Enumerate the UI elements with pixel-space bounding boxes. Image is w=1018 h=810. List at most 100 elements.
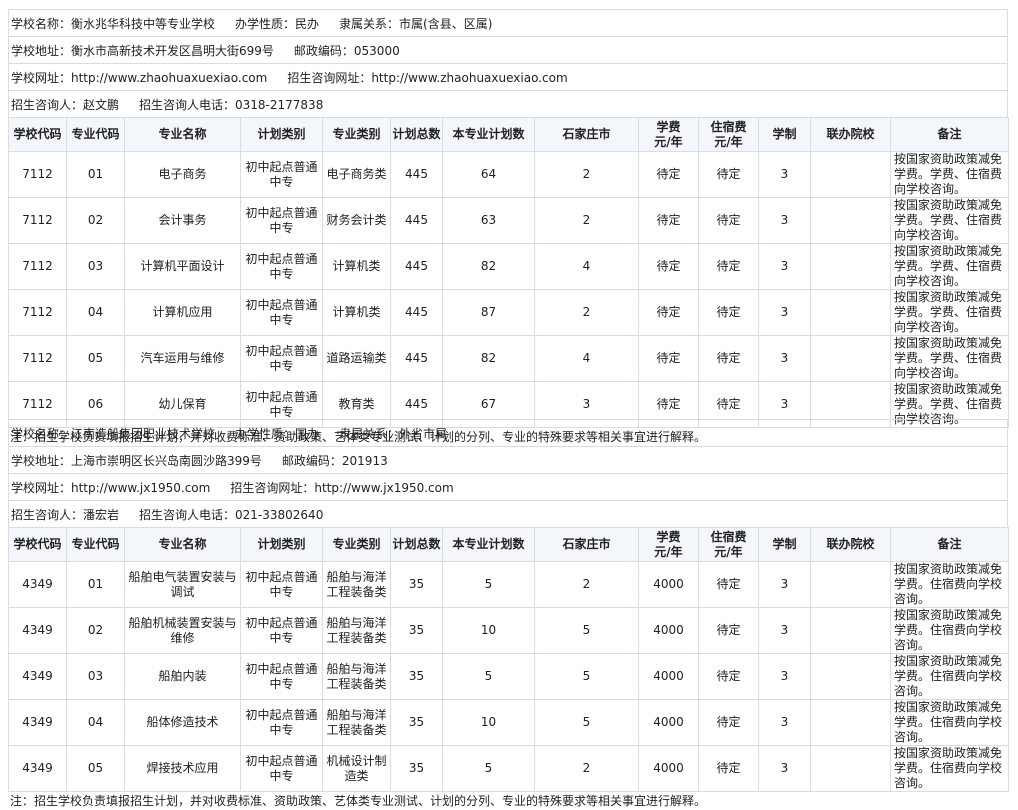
table-cell: 电子商务 [124,151,241,198]
table-cell: 01 [66,151,125,198]
table-cell: 机械设计制造类 [322,745,391,792]
table-cell: 待定 [698,699,759,746]
column-header: 计划总数 [390,527,443,562]
column-header: 学费 元/年 [638,117,699,152]
table-cell: 4349 [8,607,67,654]
table-cell: 3 [758,699,811,746]
table-cell: 初中起点普通中专 [240,745,323,792]
table-row: 4349 04 船体修造技术 初中起点普通中专 船舶与海洋工程装备类 35 10 5 4000 待… [8,699,1009,746]
table-cell: 计算机类 [322,289,391,336]
table-cell: 焊接技术应用 [124,745,241,792]
table-cell: 4000 [638,653,699,700]
column-header: 计划类别 [240,527,323,562]
school-info-row: 学校名称：衡水兆华科技中等专业学校 办学性质：民办 隶属关系：市属(含县、区属) [8,9,1008,36]
table-row: 7112 01 电子商务 初中起点普通中专 电子商务类 445 64 2 待定 待定 3 按国家资助政… [8,151,1009,198]
table-cell: 445 [390,289,443,336]
table-row: 7112 05 汽车运用与维修 初中起点普通中专 道路运输类 445 82 4 待定 待定 3 按国家… [8,335,1009,382]
table-cell: 7112 [8,197,67,244]
table-cell: 初中起点普通中专 [240,607,323,654]
school-info-field: 招生咨询人电话：0318-2177838 [139,97,324,112]
table-cell: 2 [534,561,639,608]
school-info-field: 办学性质：国办 [235,426,320,441]
table-cell: 5 [442,745,535,792]
school-info-field: 隶属关系：市属(含县、区属) [339,16,493,31]
enrollment-table: 学校代码 专业代码 专业名称 计划类别 专业类别 计划总数 本专业计划数 石家庄市 学费 元/年住… [8,117,1009,428]
table-cell: 5 [534,699,639,746]
table-cell: 04 [66,699,125,746]
table-cell: 82 [442,335,535,382]
table-cell [810,745,891,792]
table-cell: 3 [758,197,811,244]
table-cell: 5 [534,653,639,700]
table-cell: 01 [66,561,125,608]
table-cell [810,699,891,746]
table-cell [810,653,891,700]
table-cell: 待定 [638,197,699,244]
table-cell: 待定 [638,151,699,198]
table-cell: 初中起点普通中专 [240,335,323,382]
table-cell: 按国家资助政策减免学费。学费、住宿费向学校咨询。 [890,335,1009,382]
school-info-field: 邮政编码：053000 [293,43,400,58]
table-cell: 35 [390,699,443,746]
table-cell: 4349 [8,699,67,746]
column-header: 石家庄市 [534,527,639,562]
table-cell: 5 [442,653,535,700]
table-cell: 汽车运用与维修 [124,335,241,382]
column-header: 专业代码 [66,117,125,152]
table-cell: 待定 [638,289,699,336]
table-cell: 87 [442,289,535,336]
column-header: 专业名称 [124,527,241,562]
table-cell: 4349 [8,653,67,700]
table-cell: 会计事务 [124,197,241,244]
table-cell: 05 [66,745,125,792]
table-cell: 35 [390,745,443,792]
table-row: 7112 04 计算机应用 初中起点普通中专 计算机类 445 87 2 待定 待定 3 按国家资助政… [8,289,1009,336]
school-info-field: 邮政编码：201913 [281,453,388,468]
table-cell: 计算机类 [322,243,391,290]
table-cell: 05 [66,335,125,382]
table-cell: 02 [66,607,125,654]
school-info-field: 学校网址：http://www.jx1950.com [11,480,211,495]
table-cell: 待定 [638,243,699,290]
table-cell: 计算机平面设计 [124,243,241,290]
table-cell [810,607,891,654]
table-cell: 待定 [698,561,759,608]
column-header: 石家庄市 [534,117,639,152]
table-cell: 35 [390,561,443,608]
table-cell: 7112 [8,243,67,290]
table-cell: 财务会计类 [322,197,391,244]
table-cell: 7112 [8,151,67,198]
column-header: 专业类别 [322,117,391,152]
table-row: 4349 02 船舶机械装置安装与维修 初中起点普通中专 船舶与海洋工程装备类 35 10 5… [8,607,1009,654]
table-row: 7112 02 会计事务 初中起点普通中专 财务会计类 445 63 2 待定 待定 3 按国家资助政… [8,197,1009,244]
table-cell: 5 [534,607,639,654]
table-cell: 63 [442,197,535,244]
table-cell: 3 [758,151,811,198]
table-cell [810,197,891,244]
table-cell: 按国家资助政策减免学费。住宿费向学校咨询。 [890,607,1009,654]
table-cell: 445 [390,151,443,198]
column-header: 学校代码 [8,527,67,562]
table-cell: 按国家资助政策减免学费。住宿费向学校咨询。 [890,699,1009,746]
table-cell: 计算机应用 [124,289,241,336]
column-header: 学费 元/年 [638,527,699,562]
table-cell: 待定 [698,335,759,382]
column-header: 备注 [890,117,1009,152]
table-cell: 船舶与海洋工程装备类 [322,653,391,700]
school-info-row: 学校网址：http://www.zhaohuaxuexiao.com 招生咨询网址… [8,63,1008,90]
table-cell: 按国家资助政策减免学费。住宿费向学校咨询。 [890,745,1009,792]
school-info-field: 学校地址：衡水市高新技术开发区昌明大街699号 [11,43,274,58]
table-cell: 3 [758,607,811,654]
table-cell: 道路运输类 [322,335,391,382]
table-cell: 02 [66,197,125,244]
table-header-row: 学校代码 专业代码 专业名称 计划类别 专业类别 计划总数 本专业计划数 石家庄市 学费 元/年住… [8,527,1009,562]
table-cell: 待定 [698,289,759,336]
table-cell: 待定 [698,151,759,198]
table-cell: 4 [534,243,639,290]
table-cell: 船舶与海洋工程装备类 [322,607,391,654]
school-info-row: 学校地址：衡水市高新技术开发区昌明大街699号 邮政编码：053000 [8,36,1008,63]
table-cell: 船舶与海洋工程装备类 [322,561,391,608]
table-cell: 3 [758,745,811,792]
table-cell: 按国家资助政策减免学费。学费、住宿费向学校咨询。 [890,151,1009,198]
table-cell: 待定 [698,197,759,244]
